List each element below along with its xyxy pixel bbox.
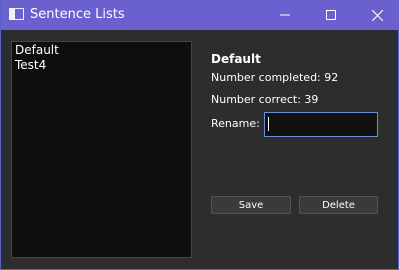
list-item-test4[interactable]: Test4 — [15, 58, 188, 73]
sentence-lists-window: Sentence Lists Default Test4 Default Num… — [0, 0, 399, 270]
maximize-button[interactable] — [308, 0, 354, 30]
app-icon — [9, 8, 24, 20]
close-button[interactable] — [354, 0, 399, 30]
minimize-button[interactable] — [262, 0, 308, 30]
number-completed-text: Number completed: 92 — [211, 71, 339, 84]
delete-button[interactable]: Delete — [299, 196, 378, 214]
maximize-icon — [326, 10, 336, 20]
rename-input[interactable] — [264, 112, 378, 137]
sentence-list[interactable]: Default Test4 — [11, 41, 192, 258]
rename-label: Rename: — [211, 117, 260, 130]
number-correct-text: Number correct: 39 — [211, 93, 319, 106]
window-title: Sentence Lists — [30, 7, 125, 22]
title-bar[interactable]: Sentence Lists — [1, 0, 399, 30]
close-icon — [371, 9, 383, 21]
selected-list-name: Default — [211, 52, 261, 66]
list-item-default[interactable]: Default — [15, 43, 188, 58]
save-button[interactable]: Save — [211, 196, 291, 214]
text-cursor — [268, 117, 269, 131]
minimize-icon — [280, 14, 290, 16]
